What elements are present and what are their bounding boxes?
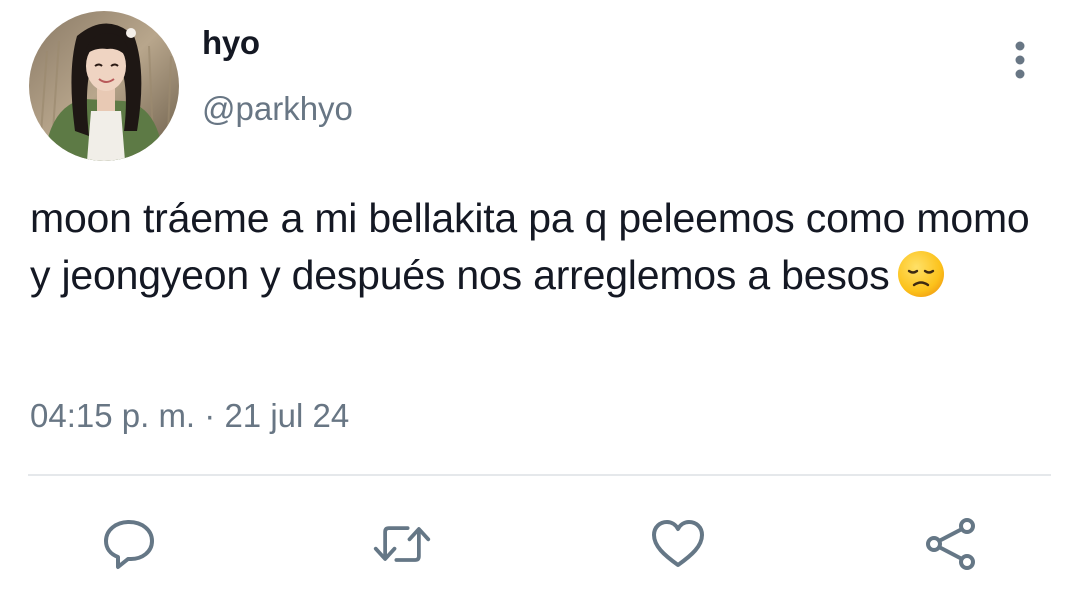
display-name[interactable]: hyo: [202, 24, 260, 62]
tweet-body: moon tráeme a mi bellakita pa q peleemos…: [30, 195, 1030, 298]
tweet-timestamp[interactable]: 04:15 p. m. · 21 jul 24: [30, 397, 349, 435]
more-vertical-icon: [1015, 41, 1025, 79]
like-button[interactable]: [648, 514, 708, 574]
heart-icon: [652, 520, 704, 567]
reply-button[interactable]: [99, 514, 159, 574]
tweet-card: hyo @parkhyo moon tráeme a mi bellakita …: [0, 0, 1080, 615]
divider: [28, 474, 1051, 476]
share-button[interactable]: [921, 514, 981, 574]
share-icon: [926, 518, 975, 570]
timestamp-separator: ·: [204, 397, 216, 434]
retweet-icon: [373, 526, 431, 562]
avatar[interactable]: [29, 11, 179, 161]
retweet-button[interactable]: [372, 514, 432, 574]
tweet-text: moon tráeme a mi bellakita pa q peleemos…: [30, 190, 1040, 314]
user-handle[interactable]: @parkhyo: [202, 90, 353, 128]
tweet-date: 21 jul 24: [224, 397, 350, 434]
comment-bubble-icon: [104, 520, 154, 569]
more-options-button[interactable]: [1000, 38, 1040, 82]
disappointed-face-icon: [896, 249, 946, 314]
tweet-time: 04:15 p. m.: [30, 397, 196, 434]
